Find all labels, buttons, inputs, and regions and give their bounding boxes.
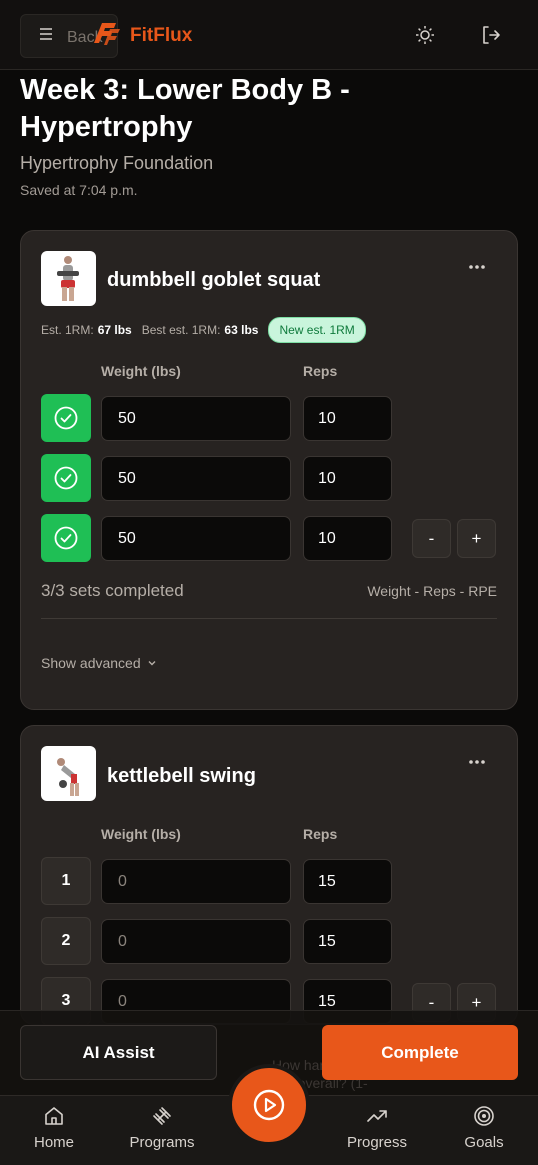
- fields-hint[interactable]: Weight - Reps - RPE: [367, 583, 497, 599]
- exercise-card: dumbbell goblet squat Est. 1RM: 67 lbs B…: [20, 230, 518, 710]
- fitflux-logo: [94, 23, 120, 45]
- new-1rm-badge: New est. 1RM: [268, 317, 366, 343]
- one-rep-max-row: Est. 1RM: 67 lbs Best est. 1RM: 63 lbs N…: [41, 317, 366, 343]
- weight-column-header: Weight (lbs): [101, 826, 181, 842]
- exercise-name: kettlebell swing: [107, 765, 256, 787]
- exercise-thumbnail: [41, 746, 96, 801]
- est-1rm-value: 67 lbs: [97, 323, 132, 337]
- best-1rm-label: Best est. 1RM:: [141, 323, 221, 337]
- nav-home[interactable]: Home: [4, 1104, 104, 1151]
- weight-input[interactable]: 0: [101, 859, 291, 904]
- weight-column-header: Weight (lbs): [101, 363, 181, 379]
- nav-goals-label: Goals: [464, 1134, 504, 1151]
- ai-assist-button[interactable]: AI Assist: [20, 1025, 217, 1080]
- nav-progress-label: Progress: [346, 1134, 408, 1151]
- home-icon: [45, 1107, 63, 1125]
- trending-up-icon: [367, 1110, 387, 1122]
- set-number-2[interactable]: 2: [41, 917, 91, 965]
- exercise-thumbnail: [41, 251, 96, 306]
- reps-input[interactable]: 15: [303, 859, 392, 904]
- set-complete-check-2[interactable]: [41, 454, 91, 502]
- program-name: Hypertrophy Foundation: [20, 153, 214, 173]
- check-circle-icon: [54, 526, 78, 550]
- saved-status: Saved at 7:04 p.m.: [20, 182, 138, 198]
- complete-button[interactable]: Complete: [322, 1025, 518, 1080]
- sets-completed-text: 3/3 sets completed: [41, 581, 184, 600]
- set-complete-check-3[interactable]: [41, 514, 91, 562]
- exercise-name: dumbbell goblet squat: [107, 269, 321, 291]
- nav-progress[interactable]: Progress: [327, 1104, 427, 1151]
- set-complete-check-1[interactable]: [41, 394, 91, 442]
- page-title: Week 3: Lower Body B - Hypertrophy: [20, 74, 350, 143]
- reps-input[interactable]: 10: [303, 516, 392, 561]
- nav-programs[interactable]: Programs: [112, 1104, 212, 1151]
- play-circle-icon: [253, 1089, 285, 1121]
- brand-name: FitFlux: [130, 25, 193, 46]
- set-number-1[interactable]: 1: [41, 857, 91, 905]
- logout-icon[interactable]: [480, 24, 502, 46]
- reps-column-header: Reps: [303, 826, 338, 842]
- chevron-down-icon: [148, 661, 156, 666]
- weight-input[interactable]: 50: [101, 456, 291, 501]
- more-options-icon[interactable]: [467, 263, 487, 271]
- reps-input[interactable]: 10: [303, 456, 392, 501]
- best-1rm-value: 63 lbs: [224, 323, 259, 337]
- weight-input[interactable]: 0: [101, 919, 291, 964]
- start-timer-button[interactable]: [228, 1064, 310, 1146]
- reps-column-header: Reps: [303, 363, 338, 379]
- remove-set-button[interactable]: -: [412, 519, 451, 558]
- exercise-card: kettlebell swing Weight (lbs) Reps 1 0 1…: [20, 725, 518, 1025]
- check-circle-icon: [54, 466, 78, 490]
- top-bar: Back FitFlux: [0, 0, 538, 70]
- nav-goals[interactable]: Goals: [434, 1104, 534, 1151]
- reps-input[interactable]: 10: [303, 396, 392, 441]
- dumbbell-icon: [153, 1107, 171, 1125]
- weight-input[interactable]: 50: [101, 396, 291, 441]
- target-icon: [474, 1106, 494, 1126]
- nav-programs-label: Programs: [129, 1134, 195, 1151]
- nav-home-label: Home: [33, 1134, 74, 1151]
- divider: [41, 618, 497, 619]
- weight-input[interactable]: 50: [101, 516, 291, 561]
- show-advanced-label: Show advanced: [41, 655, 141, 671]
- reps-input[interactable]: 15: [303, 919, 392, 964]
- more-options-icon[interactable]: [467, 758, 487, 766]
- check-circle-icon: [54, 406, 78, 430]
- add-set-button[interactable]: +: [457, 519, 496, 558]
- show-advanced-toggle[interactable]: Show advanced: [41, 655, 157, 671]
- menu-icon[interactable]: [38, 26, 54, 42]
- est-1rm-label: Est. 1RM:: [41, 323, 94, 337]
- theme-toggle-icon[interactable]: [414, 24, 436, 46]
